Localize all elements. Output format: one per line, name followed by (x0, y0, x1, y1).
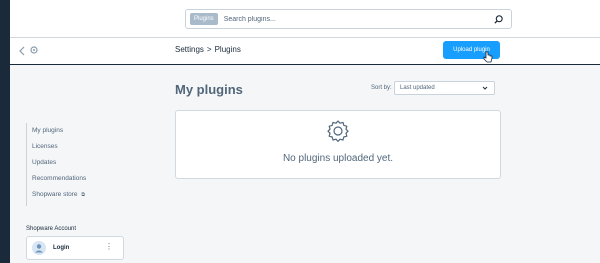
sidebar-item-my-plugins[interactable]: My plugins (27, 123, 106, 139)
login-label: Login (53, 245, 70, 251)
avatar-icon (32, 241, 46, 255)
sidebar-item-recommendations[interactable]: Recommendations (27, 171, 106, 187)
sort-value: Last updated (400, 85, 435, 91)
kebab-icon[interactable]: ⋮ (105, 243, 113, 251)
sort-select[interactable]: Last updated (394, 81, 495, 95)
page-title: My plugins (175, 82, 243, 97)
sidebar-item-licenses[interactable]: Licenses (27, 139, 106, 155)
smart-bar: Settings > Plugins Upload plugin (10, 38, 600, 65)
empty-state-card: No plugins uploaded yet. (175, 110, 501, 179)
search-input[interactable] (223, 15, 484, 23)
back-icon[interactable] (18, 46, 26, 56)
breadcrumb-separator: > (206, 45, 212, 54)
search-box[interactable]: Plugins (185, 9, 512, 29)
search-type-pill[interactable]: Plugins (190, 13, 218, 25)
empty-state-message: No plugins uploaded yet. (282, 153, 394, 164)
search-icon[interactable] (493, 14, 504, 25)
sort-label: Sort by: (371, 85, 392, 91)
breadcrumb: Settings > Plugins (175, 45, 241, 54)
breadcrumb-settings[interactable]: Settings (175, 45, 204, 54)
login-card[interactable]: Login ⋮ (26, 236, 124, 260)
cursor-icon (483, 51, 493, 63)
sidebar-item-shopware-store[interactable]: Shopware store ⧉ (27, 187, 106, 203)
sidebar-item-label: Shopware store (32, 191, 78, 198)
gear-icon (327, 120, 349, 142)
gear-icon[interactable] (29, 45, 39, 55)
plugin-sidebar-nav: My plugins Licenses Updates Recommendati… (26, 123, 106, 206)
external-link-icon: ⧉ (81, 192, 85, 198)
sidebar-item-updates[interactable]: Updates (27, 155, 106, 171)
chevron-down-icon (482, 86, 488, 90)
admin-left-rail (0, 0, 10, 263)
breadcrumb-plugins: Plugins (214, 45, 241, 54)
account-heading: Shopware Account (26, 226, 77, 232)
top-bar: Plugins (10, 0, 600, 38)
